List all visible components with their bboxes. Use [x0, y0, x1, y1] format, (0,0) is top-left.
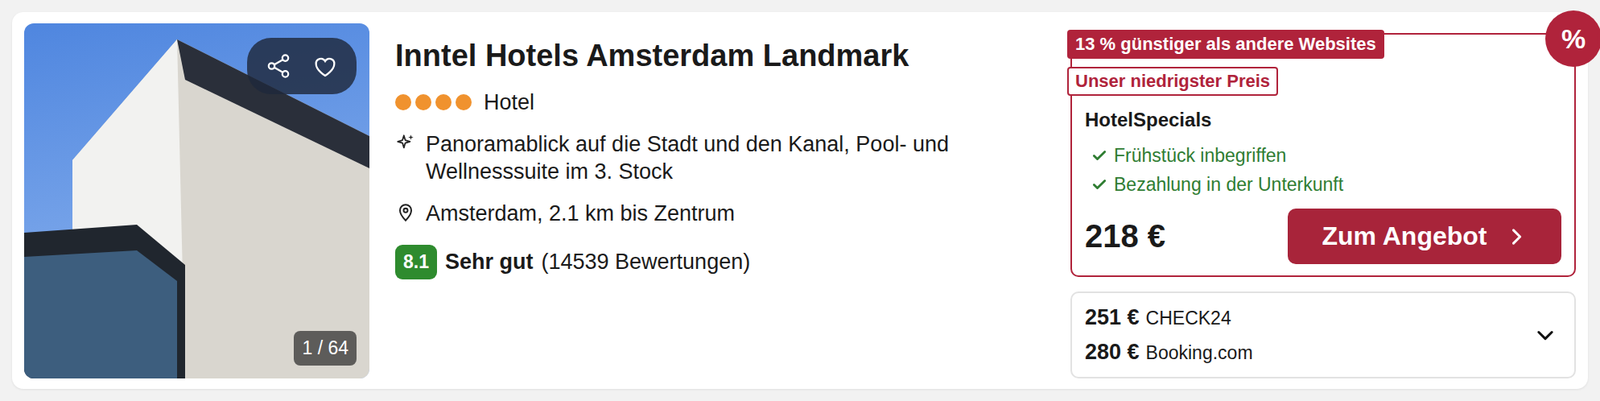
chevron-right-icon — [1505, 225, 1528, 248]
sparkle-icon — [395, 132, 417, 154]
rating-row[interactable]: 8.1 Sehr gut (14539 Bewertungen) — [395, 244, 1045, 280]
page: 1 / 64 Inntel Hotels Amsterdam Landmark Ho… — [0, 0, 1600, 401]
highlight-row: Panoramablick auf die Stadt und den Kana… — [395, 130, 1045, 186]
rating-label: Sehr gut — [445, 249, 534, 275]
location-text: Amsterdam, 2.1 km bis Zentrum — [425, 199, 735, 227]
other-offer[interactable]: 280 €Booking.com — [1084, 337, 1254, 368]
price-row: 218 € Zum Angebot — [1084, 208, 1562, 264]
percent-badge: % — [1548, 13, 1599, 64]
feature-item: Frühstück inbegriffen — [1091, 140, 1344, 170]
photo-actions — [247, 37, 357, 95]
deal-provider: HotelSpecials — [1084, 108, 1212, 132]
feature-item: Bezahlung in der Unterkunft — [1091, 169, 1344, 199]
location-pin-icon — [395, 202, 417, 223]
rating-score: 8.1 — [395, 244, 438, 280]
hotel-type: Hotel — [483, 90, 535, 116]
lowest-price-badge: Unser niedrigster Preis — [1067, 66, 1279, 96]
other-offers[interactable]: 251 €CHECK24 280 €Booking.com — [1070, 291, 1576, 379]
rating-count: (14539 Bewertungen) — [541, 249, 751, 275]
photo-counter: 1 / 64 — [293, 330, 357, 366]
chevron-down-icon[interactable] — [1534, 323, 1557, 347]
heart-icon[interactable] — [311, 52, 339, 80]
hotel-card[interactable]: 1 / 64 Inntel Hotels Amsterdam Landmark Ho… — [12, 12, 1588, 389]
category-row: Hotel — [395, 88, 1045, 116]
deal-price: 218 € — [1084, 218, 1166, 255]
hotel-photo[interactable]: 1 / 64 — [24, 23, 370, 379]
star-dot — [415, 94, 432, 111]
highlight-text: Panoramablick auf die Stadt und den Kana… — [425, 130, 1022, 186]
offers-column: %13 % günstiger als andere WebsitesUnser… — [1070, 23, 1576, 378]
star-dot — [455, 94, 472, 111]
deal-box[interactable]: %13 % günstiger als andere WebsitesUnser… — [1070, 32, 1576, 277]
feature-list: Frühstück inbegriffenBezahlung in der Un… — [1084, 140, 1344, 199]
location-row: Amsterdam, 2.1 km bis Zentrum — [395, 199, 1045, 227]
star-dot — [395, 94, 412, 111]
other-offer[interactable]: 251 €CHECK24 — [1084, 302, 1254, 333]
check-icon — [1091, 176, 1108, 193]
share-icon[interactable] — [264, 52, 293, 80]
hotel-info: Inntel Hotels Amsterdam Landmark Hotel Pan… — [395, 23, 1045, 378]
other-offers-list: 251 €CHECK24 280 €Booking.com — [1084, 302, 1254, 368]
discount-badge: 13 % günstiger als andere Websites — [1067, 29, 1385, 59]
offer-button[interactable]: Zum Angebot — [1287, 208, 1562, 264]
hotel-name[interactable]: Inntel Hotels Amsterdam Landmark — [395, 37, 1045, 75]
check-icon — [1091, 147, 1108, 164]
star-dot — [435, 94, 452, 111]
